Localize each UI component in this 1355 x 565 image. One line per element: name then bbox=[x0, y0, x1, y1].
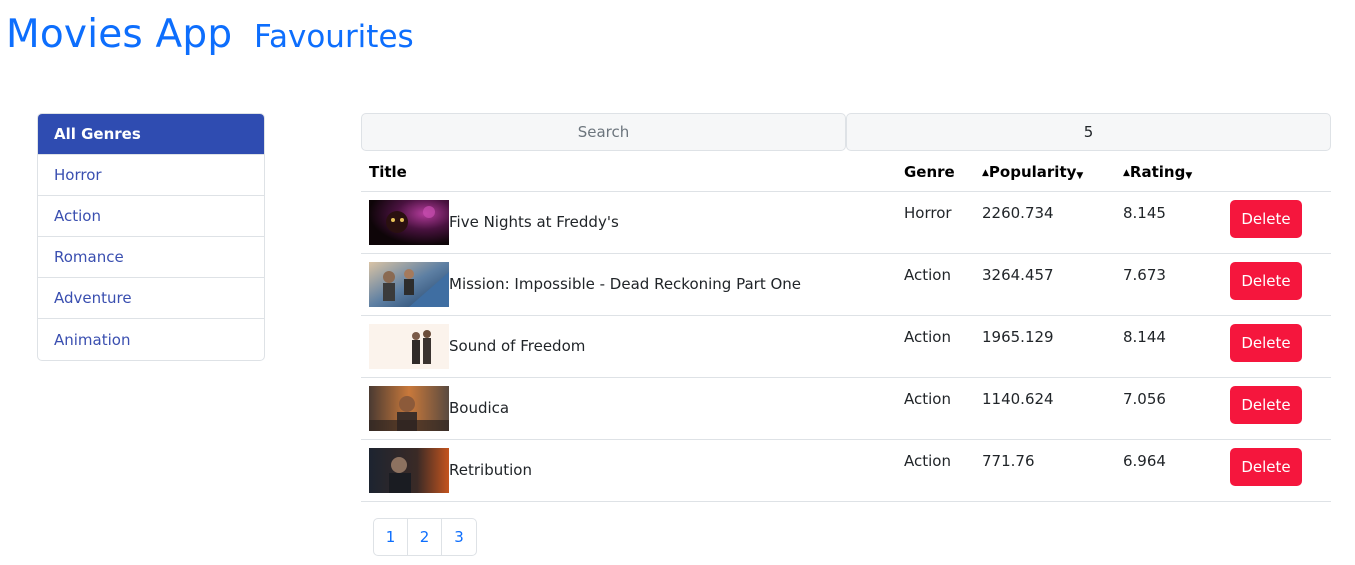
genre-list: All Genres Horror Action Romance Adventu… bbox=[37, 113, 265, 361]
genre-item-adventure[interactable]: Adventure bbox=[38, 278, 264, 319]
movie-rating: 8.145 bbox=[1123, 204, 1166, 222]
movie-rating: 6.964 bbox=[1123, 452, 1166, 470]
movie-poster-image bbox=[369, 386, 449, 431]
movie-popularity: 2260.734 bbox=[982, 204, 1054, 222]
page-item-2[interactable]: 2 bbox=[408, 519, 442, 555]
table-row: Five Nights at Freddy's Horror 2260.734 … bbox=[361, 192, 1331, 254]
genre-item-horror[interactable]: Horror bbox=[38, 155, 264, 196]
pagination: 1 2 3 bbox=[373, 518, 477, 556]
table-row: Sound of Freedom Action 1965.129 8.144 D… bbox=[361, 316, 1331, 378]
delete-button[interactable]: Delete bbox=[1230, 200, 1302, 238]
genre-item-action[interactable]: Action bbox=[38, 196, 264, 237]
table-row: Mission: Impossible - Dead Reckoning Par… bbox=[361, 254, 1331, 316]
delete-button[interactable]: Delete bbox=[1230, 262, 1302, 300]
movie-title: Boudica bbox=[449, 399, 510, 417]
header-popularity-label: Popularity bbox=[988, 163, 1077, 181]
movie-popularity: 1140.624 bbox=[982, 390, 1054, 408]
header-genre: Genre bbox=[904, 163, 955, 181]
movie-rating: 7.056 bbox=[1123, 390, 1166, 408]
table-row: Boudica Action 1140.624 7.056 Delete bbox=[361, 378, 1331, 440]
movie-poster-image bbox=[369, 262, 449, 307]
genre-item-animation[interactable]: Animation bbox=[38, 319, 264, 360]
movie-title: Retribution bbox=[449, 461, 532, 479]
movie-rating: 7.673 bbox=[1123, 266, 1166, 284]
movie-title: Sound of Freedom bbox=[449, 337, 586, 355]
page-item-3[interactable]: 3 bbox=[442, 519, 476, 555]
movie-title: Mission: Impossible - Dead Reckoning Par… bbox=[449, 275, 802, 293]
page-size-input[interactable] bbox=[846, 113, 1331, 151]
sort-desc-icon[interactable]: ▼ bbox=[1076, 171, 1083, 181]
search-input[interactable] bbox=[361, 113, 846, 151]
movie-genre: Action bbox=[904, 328, 951, 346]
table-header: Title Genre ▲Popularity▼ ▲Rating▼ bbox=[361, 153, 1331, 192]
nav-favourites-link[interactable]: Favourites bbox=[254, 19, 414, 55]
movie-poster-image bbox=[369, 324, 449, 369]
movie-popularity: 3264.457 bbox=[982, 266, 1054, 284]
sort-desc-icon[interactable]: ▼ bbox=[1185, 171, 1192, 181]
movies-table: Title Genre ▲Popularity▼ ▲Rating▼ Five N… bbox=[361, 153, 1331, 502]
brand-link[interactable]: Movies App bbox=[6, 12, 232, 57]
sort-asc-icon[interactable]: ▲ bbox=[982, 168, 989, 178]
page-item-1[interactable]: 1 bbox=[374, 519, 408, 555]
header-popularity[interactable]: ▲Popularity▼ bbox=[982, 163, 1083, 181]
genre-item-all[interactable]: All Genres bbox=[38, 114, 264, 155]
movie-genre: Horror bbox=[904, 204, 952, 222]
header-title: Title bbox=[369, 163, 407, 181]
movie-popularity: 1965.129 bbox=[982, 328, 1054, 346]
header-rating[interactable]: ▲Rating▼ bbox=[1123, 163, 1192, 181]
delete-button[interactable]: Delete bbox=[1230, 386, 1302, 424]
navbar: Movies App Favourites bbox=[0, 0, 1355, 80]
movie-genre: Action bbox=[904, 266, 951, 284]
movie-popularity: 771.76 bbox=[982, 452, 1035, 470]
movie-rating: 8.144 bbox=[1123, 328, 1166, 346]
table-row: Retribution Action 771.76 6.964 Delete bbox=[361, 440, 1331, 502]
movie-poster-image bbox=[369, 448, 449, 493]
movie-title: Five Nights at Freddy's bbox=[449, 213, 619, 231]
delete-button[interactable]: Delete bbox=[1230, 324, 1302, 362]
movie-genre: Action bbox=[904, 390, 951, 408]
header-rating-label: Rating bbox=[1129, 163, 1186, 181]
genre-item-romance[interactable]: Romance bbox=[38, 237, 264, 278]
sort-asc-icon[interactable]: ▲ bbox=[1123, 168, 1130, 178]
movie-poster-image bbox=[369, 200, 449, 245]
delete-button[interactable]: Delete bbox=[1230, 448, 1302, 486]
movie-genre: Action bbox=[904, 452, 951, 470]
